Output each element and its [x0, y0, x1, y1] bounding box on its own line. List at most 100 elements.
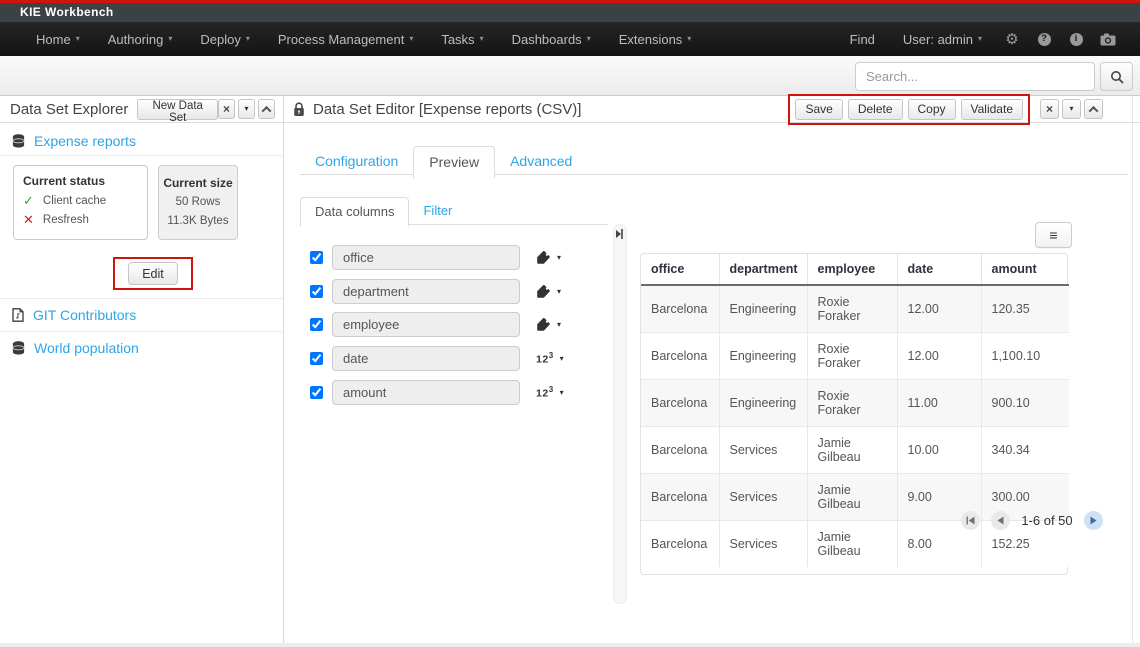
chevron-down-icon: ▾ [560, 389, 564, 397]
col-header-amount[interactable]: amount [981, 254, 1069, 285]
column-type-dropdown-office[interactable]: ▾ [536, 251, 561, 265]
gear-icon: ⚙ [1005, 32, 1018, 47]
chevron-down-icon: ▾ [76, 35, 80, 43]
editor-header: Data Set Editor [Expense reports (CSV)] … [284, 96, 1140, 123]
column-checkbox-office[interactable] [310, 251, 323, 264]
col-header-date[interactable]: date [897, 254, 981, 285]
table-row[interactable]: BarcelonaEngineeringRoxie Foraker11.0090… [641, 380, 1069, 427]
column-type-dropdown-department[interactable]: ▾ [536, 285, 561, 299]
chevron-down-icon: ▾ [168, 35, 172, 43]
panel-splitter[interactable] [613, 224, 627, 604]
chevron-down-icon: ▾ [557, 254, 561, 262]
collapse-panel-button[interactable] [1084, 99, 1103, 119]
copy-button[interactable]: Copy [908, 99, 956, 120]
info-button[interactable]: i [1060, 22, 1092, 56]
column-type-dropdown-employee[interactable]: ▾ [536, 318, 561, 332]
search-button[interactable] [1100, 62, 1133, 91]
chevron-down-icon: ▾ [246, 35, 250, 43]
tab-preview[interactable]: Preview [413, 146, 495, 179]
validate-button[interactable]: Validate [961, 99, 1023, 120]
column-name-field-office[interactable] [332, 245, 520, 270]
next-page-button[interactable] [1084, 511, 1103, 530]
camera-icon [1100, 33, 1116, 46]
subtab-data-columns[interactable]: Data columns [300, 197, 409, 227]
collapse-left-icon[interactable] [614, 227, 627, 240]
column-row-employee: ▾ [310, 312, 561, 337]
pagination-label: 1-6 of 50 [1021, 513, 1072, 528]
search-icon [1110, 70, 1124, 84]
collapse-panel-button[interactable] [258, 99, 275, 119]
table-row[interactable]: BarcelonaServicesJamie Gilbeau10.00340.3… [641, 427, 1069, 474]
nav-menu-home[interactable]: Home▾ [22, 22, 94, 56]
nav-user-menu[interactable]: User: admin▾ [889, 22, 996, 56]
editor-tabs: Configuration Preview Advanced [300, 146, 587, 179]
dataset-item-label: Expense reports [34, 133, 136, 149]
chevron-up-icon [1089, 105, 1099, 115]
column-name-field-amount[interactable] [332, 380, 520, 405]
column-checkbox-department[interactable] [310, 285, 323, 298]
current-size-box: Current size 50 Rows 11.3K Bytes [158, 165, 238, 240]
nav-menu-extensions[interactable]: Extensions▾ [605, 22, 706, 56]
chevron-down-icon: ▾ [409, 35, 413, 43]
dataset-item-expense-reports[interactable]: Expense reports [0, 127, 283, 156]
chevron-down-icon: ▾ [1069, 105, 1073, 113]
annotation-box-edit: Edit [113, 257, 193, 290]
column-row-office: ▾ [310, 245, 561, 270]
first-page-button[interactable] [961, 511, 980, 530]
prev-page-button[interactable] [991, 511, 1010, 530]
column-name-field-date[interactable] [332, 346, 520, 371]
table-header-row: office department employee date amount [641, 254, 1069, 285]
column-checkbox-amount[interactable] [310, 386, 323, 399]
bytes-count: 11.3K Bytes [159, 212, 237, 230]
column-checkbox-date[interactable] [310, 352, 323, 365]
nav-menu-deploy[interactable]: Deploy▾ [186, 22, 263, 56]
subtab-filter[interactable]: Filter [409, 197, 466, 227]
prev-page-icon [997, 516, 1004, 525]
table-row[interactable]: BarcelonaEngineeringRoxie Foraker12.001,… [641, 333, 1069, 380]
editor-title: Data Set Editor [Expense reports (CSV)] [313, 101, 581, 118]
grid-menu-button[interactable]: ≡ [1035, 222, 1072, 248]
dataset-item-world-population[interactable]: World population [0, 331, 283, 364]
tag-icon [536, 251, 551, 265]
close-panel-button[interactable]: × [218, 99, 235, 119]
edit-button[interactable]: Edit [128, 262, 178, 285]
database-icon [12, 341, 25, 355]
tag-icon [536, 318, 551, 332]
data-set-explorer-panel: Data Set Explorer New Data Set × ▾ Expen… [0, 96, 284, 643]
next-page-icon [1090, 516, 1097, 525]
table-row[interactable]: BarcelonaEngineeringRoxie Foraker12.0012… [641, 285, 1069, 333]
tab-configuration[interactable]: Configuration [300, 146, 413, 179]
nav-menu-process-management[interactable]: Process Management▾ [264, 22, 427, 56]
delete-button[interactable]: Delete [848, 99, 903, 120]
column-name-field-department[interactable] [332, 279, 520, 304]
save-button[interactable]: Save [795, 99, 842, 120]
dataset-item-label: World population [34, 340, 139, 356]
tab-advanced[interactable]: Advanced [495, 146, 587, 179]
column-type-dropdown-date[interactable]: 123 ▾ [536, 351, 564, 366]
nav-find[interactable]: Find [836, 22, 889, 56]
chevron-down-icon: ▾ [244, 105, 248, 113]
nav-menu-dashboards[interactable]: Dashboards▾ [498, 22, 605, 56]
help-button[interactable]: ? [1028, 22, 1060, 56]
chevron-down-icon: ▾ [557, 288, 561, 296]
column-type-dropdown-amount[interactable]: 123 ▾ [536, 385, 564, 400]
col-header-department[interactable]: department [719, 254, 807, 285]
new-data-set-button[interactable]: New Data Set [137, 99, 218, 120]
column-name-field-employee[interactable] [332, 312, 520, 337]
settings-button[interactable]: ⚙ [996, 22, 1028, 56]
panel-menu-button[interactable]: ▾ [238, 99, 255, 119]
nav-menu-tasks[interactable]: Tasks▾ [427, 22, 497, 56]
database-icon [12, 134, 25, 148]
col-header-employee[interactable]: employee [807, 254, 897, 285]
screenshot-button[interactable] [1092, 22, 1124, 56]
help-icon: ? [1038, 33, 1051, 46]
editor-right-border [1132, 96, 1133, 643]
search-input[interactable] [855, 62, 1095, 91]
nav-menu-authoring[interactable]: Authoring▾ [94, 22, 187, 56]
panel-menu-button[interactable]: ▾ [1062, 99, 1081, 119]
close-panel-button[interactable]: × [1040, 99, 1059, 119]
col-header-office[interactable]: office [641, 254, 719, 285]
dataset-item-git-contributors[interactable]: GIT Contributors [0, 298, 283, 331]
column-checkbox-employee[interactable] [310, 318, 323, 331]
info-icon: i [1070, 33, 1083, 46]
